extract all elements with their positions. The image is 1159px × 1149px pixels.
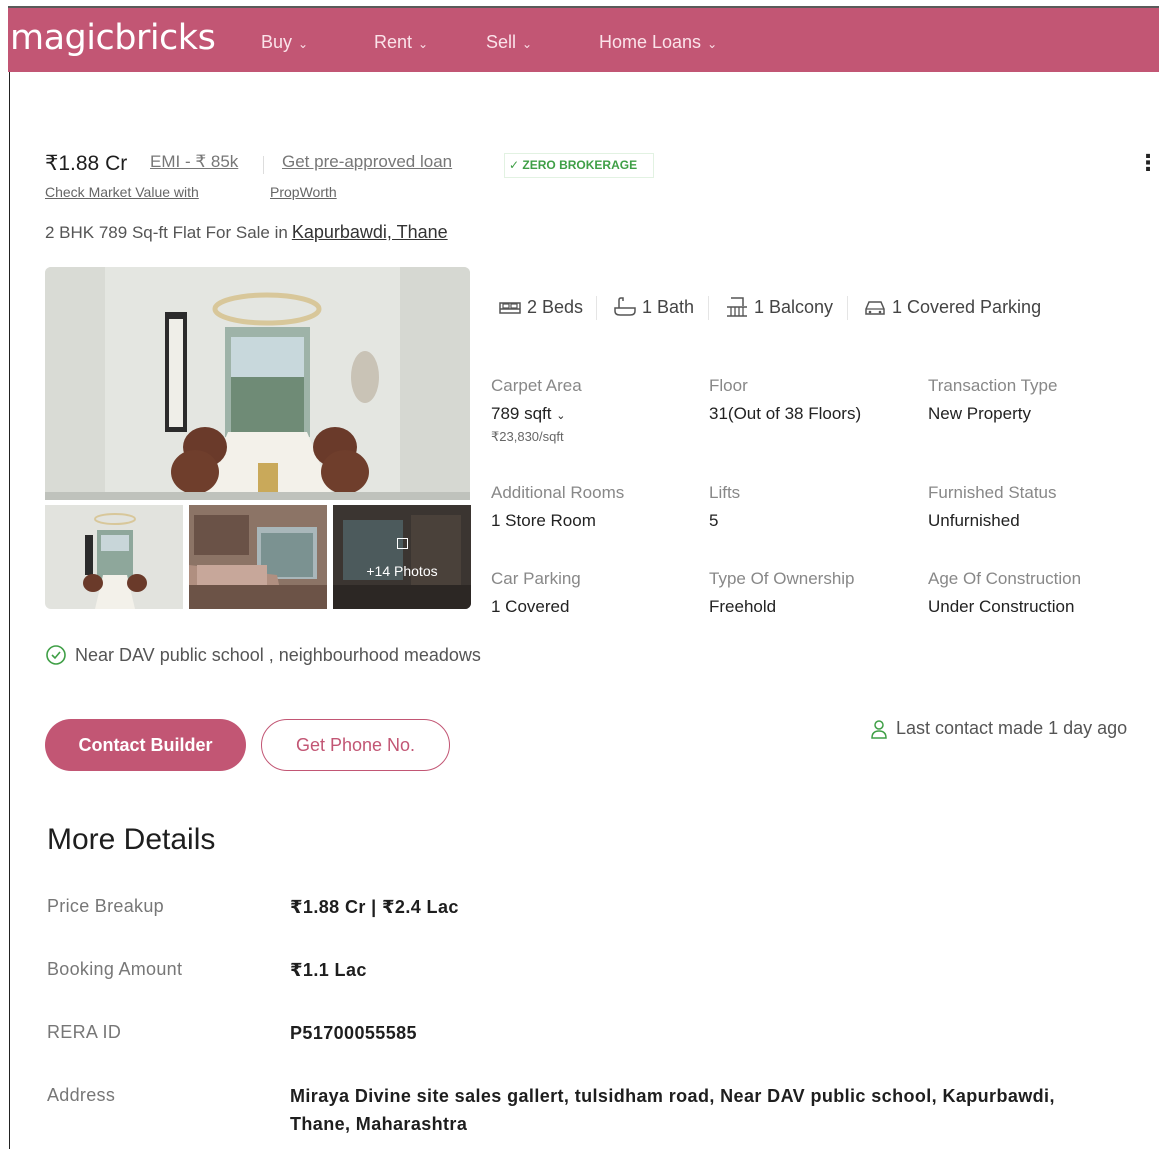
nav-home-loans-label: Home Loans xyxy=(599,32,702,52)
additional-rooms-value: 1 Store Room xyxy=(491,511,596,530)
nearby-text: Near DAV public school , neighbourhood m… xyxy=(75,644,481,665)
balcony-amenity: 1 Balcony xyxy=(724,295,833,319)
check-icon: ✓ xyxy=(509,158,520,172)
car-parking-value: 1 Covered xyxy=(491,597,570,616)
dining-room-image xyxy=(45,267,470,500)
age-of-construction-label: Age Of Construction xyxy=(928,569,1082,588)
address-value: Miraya Divine site sales gallert, tulsid… xyxy=(290,1086,1055,1134)
last-contact-info: Last contact made 1 day ago xyxy=(870,718,1127,739)
location-link[interactable]: Kapurbawdi, Thane xyxy=(292,222,448,242)
divider xyxy=(847,296,848,320)
parking-amenity: 1 Covered Parking xyxy=(862,295,1041,319)
preapproved-loan-link[interactable]: Get pre-approved loan xyxy=(282,152,452,172)
check-circle-icon xyxy=(46,645,66,665)
transaction-type-label: Transaction Type xyxy=(928,376,1058,395)
ownership-label: Type Of Ownership xyxy=(709,569,855,588)
parking-label: 1 Covered Parking xyxy=(892,296,1042,317)
age-of-construction-value: Under Construction xyxy=(928,597,1075,616)
transaction-type-value: New Property xyxy=(928,404,1031,423)
additional-rooms-label: Additional Rooms xyxy=(491,483,625,502)
contact-builder-button[interactable]: Contact Builder xyxy=(45,719,246,771)
beds-amenity: 2 Beds xyxy=(497,295,583,319)
car-parking-label: Car Parking xyxy=(491,569,581,588)
bedroom-thumbnail-image xyxy=(189,505,327,609)
divider xyxy=(708,296,709,320)
photo-thumbnail[interactable] xyxy=(45,505,183,609)
furnished-status-value: Unfurnished xyxy=(928,511,1020,530)
nav-buy-label: Buy xyxy=(261,32,293,52)
page-border xyxy=(9,72,10,1149)
divider xyxy=(263,156,264,174)
rera-id-label: RERA ID xyxy=(47,1022,122,1042)
dining-thumbnail-image xyxy=(45,505,183,609)
nav-buy[interactable]: Buy ⌄ xyxy=(261,32,308,53)
lifts-label: Lifts xyxy=(709,483,741,502)
floor-value: 31(Out of 38 Floors) xyxy=(709,404,862,423)
lifts-value: 5 xyxy=(709,511,719,530)
bed-icon xyxy=(499,302,521,314)
zero-brokerage-badge: ✓ ZERO BROKERAGE xyxy=(504,153,654,178)
bath-icon xyxy=(614,297,636,316)
booking-amount-value: ₹1.1 Lac xyxy=(290,960,367,980)
price-breakup-label: Price Breakup xyxy=(47,896,164,916)
magicbricks-logo[interactable]: magicbricks xyxy=(10,18,216,58)
chevron-down-icon: ⌄ xyxy=(418,36,429,51)
more-photos-thumbnail[interactable]: +14 Photos xyxy=(333,505,471,609)
chevron-down-icon: ⌄ xyxy=(522,36,533,51)
bath-amenity: 1 Bath xyxy=(612,295,694,319)
ownership-value: Freehold xyxy=(709,597,777,616)
propworth-link[interactable]: PropWorth xyxy=(270,184,337,200)
price-breakup-value: ₹1.88 Cr | ₹2.4 Lac xyxy=(290,897,459,917)
market-value-link[interactable]: Check Market Value with xyxy=(45,184,199,200)
carpet-area-text: 789 sqft xyxy=(491,404,552,423)
last-contact-text: Last contact made 1 day ago xyxy=(896,718,1128,738)
zero-brokerage-label: ZERO BROKERAGE xyxy=(522,158,638,172)
beds-label: 2 Beds xyxy=(527,296,584,317)
carpet-area-value[interactable]: 789 sqft ⌄ xyxy=(491,404,565,424)
chevron-down-icon: ⌄ xyxy=(298,36,309,51)
nav-rent-label: Rent xyxy=(374,32,413,52)
photo-thumbnail[interactable] xyxy=(189,505,327,609)
emi-link[interactable]: EMI - ₹ 85k xyxy=(150,152,238,172)
rera-id-value: P51700055585 xyxy=(290,1023,417,1043)
gallery-icon xyxy=(397,538,408,549)
listing-price: ₹1.88 Cr xyxy=(45,152,128,175)
booking-amount-label: Booking Amount xyxy=(47,959,183,979)
carpet-area-label: Carpet Area xyxy=(491,376,582,395)
nav-sell-label: Sell xyxy=(486,32,517,52)
kebab-menu-icon[interactable]: ⋮ xyxy=(1137,150,1159,176)
furnished-status-label: Furnished Status xyxy=(928,483,1057,502)
get-phone-button[interactable]: Get Phone No. xyxy=(261,719,450,771)
address-label: Address xyxy=(47,1085,116,1105)
floor-label: Floor xyxy=(709,376,748,395)
nearby-highlight: Near DAV public school , neighbourhood m… xyxy=(45,644,481,666)
chevron-down-icon: ⌄ xyxy=(556,410,566,422)
price-per-sqft: ₹23,830/sqft xyxy=(491,429,564,444)
listing-title-prefix: 2 BHK 789 Sq-ft Flat For Sale in xyxy=(45,223,288,242)
divider xyxy=(596,296,597,320)
photo-count-label: +14 Photos xyxy=(366,563,438,579)
main-property-photo[interactable] xyxy=(45,267,470,500)
user-icon xyxy=(871,719,887,739)
top-navbar: magicbricks Buy ⌄ Rent ⌄ Sell ⌄ Home Loans ⌄ xyxy=(8,6,1159,72)
nav-home-loans[interactable]: Home Loans ⌄ xyxy=(599,32,717,53)
balcony-label: 1 Balcony xyxy=(754,296,834,317)
nav-sell[interactable]: Sell ⌄ xyxy=(486,32,532,53)
bath-label: 1 Bath xyxy=(642,296,695,317)
more-photos-image xyxy=(333,505,471,609)
car-icon xyxy=(865,301,885,315)
balcony-icon xyxy=(727,297,747,317)
nav-rent[interactable]: Rent ⌄ xyxy=(374,32,428,53)
more-details-heading: More Details xyxy=(47,823,216,856)
chevron-down-icon: ⌄ xyxy=(707,36,718,51)
listing-title: 2 BHK 789 Sq-ft Flat For Sale in Kapurbaw… xyxy=(45,222,448,243)
